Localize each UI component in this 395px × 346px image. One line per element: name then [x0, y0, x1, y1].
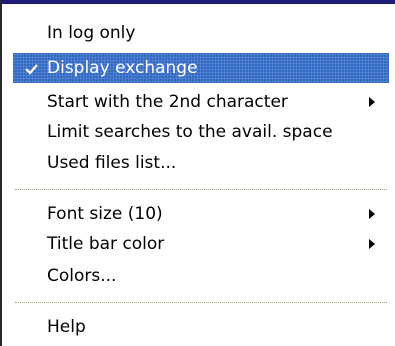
menu-item-label: Font size (10) [47, 204, 163, 224]
menu-left-border [0, 0, 2, 346]
menu-item-label: Start with the 2nd character [47, 92, 288, 112]
menu-separator [15, 302, 387, 303]
menu-item-label: Used files list... [47, 153, 177, 173]
submenu-arrow-icon [369, 97, 375, 107]
menu-item-label: Title bar color [47, 234, 165, 254]
menu-top-border [0, 0, 395, 4]
menu-item-label: Limit searches to the avail. space [47, 122, 333, 142]
menu-item-font-size[interactable]: Font size (10) [13, 199, 389, 229]
menu-item-help[interactable]: Help [13, 312, 389, 342]
menu-item-start-with-2nd-character[interactable]: Start with the 2nd character [13, 87, 389, 117]
context-menu: In log only Display exchange Start with … [0, 0, 395, 346]
menu-item-title-bar-color[interactable]: Title bar color [13, 229, 389, 259]
menu-item-label: Help [47, 317, 86, 337]
menu-item-display-exchange[interactable]: Display exchange [13, 53, 389, 83]
menu-item-in-log-only[interactable]: In log only [13, 18, 389, 48]
menu-item-limit-searches[interactable]: Limit searches to the avail. space [13, 117, 389, 147]
checkmark-icon [25, 64, 38, 75]
menu-separator [15, 189, 387, 190]
menu-item-label: In log only [47, 23, 136, 43]
submenu-arrow-icon [369, 209, 375, 219]
menu-item-label: Colors... [47, 266, 117, 286]
menu-item-colors[interactable]: Colors... [13, 261, 389, 291]
menu-item-used-files-list[interactable]: Used files list... [13, 148, 389, 178]
submenu-arrow-icon [369, 239, 375, 249]
menu-item-label: Display exchange [47, 58, 198, 78]
